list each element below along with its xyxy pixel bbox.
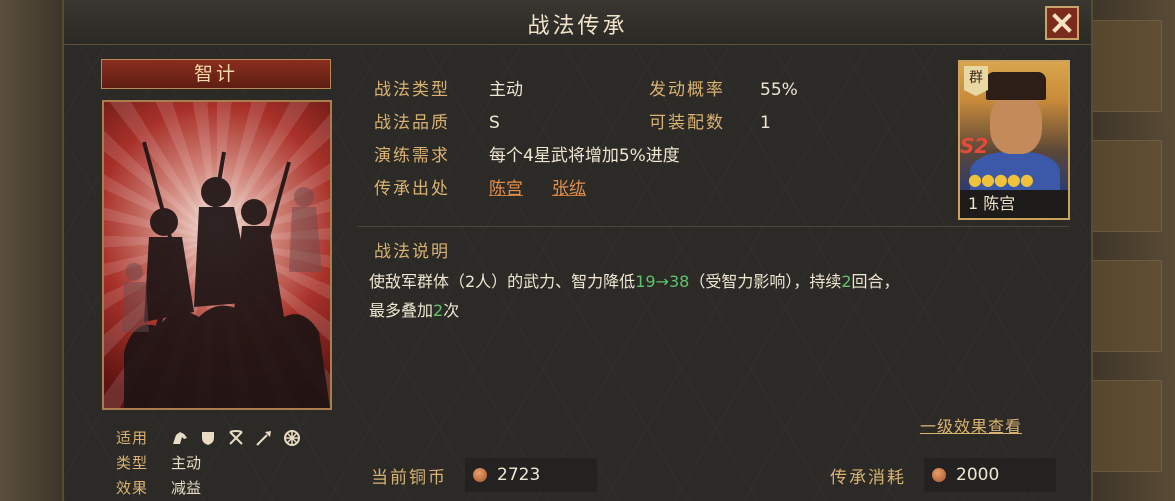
side-tab [1090, 140, 1162, 232]
bow-icon [227, 429, 245, 447]
spear-icon [255, 429, 273, 447]
side-tab [1090, 380, 1162, 472]
hero-name: 陈宫 [983, 194, 1016, 213]
background-right [1080, 0, 1175, 501]
window-title: 战法传承 [527, 14, 628, 39]
value-to: 38 [668, 272, 690, 291]
close-button[interactable] [1045, 6, 1079, 40]
description-title: 战法说明 [374, 242, 450, 262]
hero-namebar: 1 陈宫 [960, 190, 1068, 218]
desc-part: （受智力影响），持续 [689, 272, 842, 291]
desc-part: 回合， [851, 272, 900, 291]
current-coins-value: 2723 [497, 465, 541, 485]
quality-label: 战法品质 [374, 113, 450, 133]
current-coins: 当前铜币 2723 [357, 456, 597, 494]
cost-label: 传承消耗 [830, 467, 906, 488]
value-from: 19 [635, 272, 656, 291]
unit-type-icons [171, 429, 301, 447]
current-coins-box: 2723 [465, 458, 597, 492]
shield-icon [199, 429, 217, 447]
tactic-type-value: 主动 [489, 80, 523, 100]
description-box: 战法说明 使敌军群体（2人）的武力、智力降低19→38（受智力影响），持续2回合… [357, 226, 1069, 445]
title-bar: 战法传承 [64, 0, 1091, 45]
effect-label: 效果 [116, 479, 149, 497]
side-tab [1090, 20, 1162, 112]
card-category-label: 智计 [101, 59, 331, 89]
desc-part: 最多叠加 [369, 301, 434, 320]
trigger-rate-value: 55% [760, 80, 798, 100]
equippable-value: 1 [760, 113, 771, 133]
season-badge: S2 [960, 134, 989, 158]
background-left [0, 0, 70, 501]
current-coins-label: 当前铜币 [371, 467, 447, 488]
quality-value: S [489, 113, 500, 133]
hero-stars: ●●●●● [968, 170, 1034, 189]
effect-value: 减益 [171, 479, 202, 497]
vehicle-icon [283, 429, 301, 447]
desc-part: 使敌军群体（2人）的武力、智力降低 [369, 272, 636, 291]
source-label: 传承出处 [374, 179, 450, 199]
close-icon [1052, 13, 1072, 33]
type-label: 类型 [116, 454, 149, 472]
cost-value: 2000 [956, 465, 1000, 485]
turns-value: 2 [841, 272, 852, 291]
description-text: 使敌军群体（2人）的武力、智力降低19→38（受智力影响），持续2回合， 最多叠… [369, 267, 1059, 325]
source-link-zhanghong[interactable]: 张纮 [552, 179, 586, 199]
type-value: 主动 [171, 454, 202, 472]
copper-coin-icon [473, 468, 487, 482]
value-arrow: → [655, 272, 669, 291]
equippable-label: 可装配数 [649, 113, 725, 133]
cost-box: 2000 [924, 458, 1056, 492]
side-tab [1090, 260, 1162, 352]
drill-label: 演练需求 [374, 146, 450, 166]
faction-badge: 群 [964, 66, 988, 96]
tactic-card-art [102, 100, 332, 410]
level-effect-link[interactable]: 一级效果查看 [920, 413, 1022, 437]
stacks-value: 2 [433, 301, 444, 320]
card-meta: 适用 类型 主动 效果 减益 [116, 425, 301, 500]
inherit-cost: 传承消耗 2000 [816, 456, 1056, 494]
copper-coin-icon [932, 468, 946, 482]
cavalry-icon [171, 429, 189, 447]
trigger-rate-label: 发动概率 [649, 80, 725, 100]
tactic-inherit-panel: 战法传承 智计 适用 类型 主动 效果 减益 战法类型 主动 发动概率 55% … [62, 0, 1093, 501]
hero-level: 1 [968, 194, 979, 213]
hero-card[interactable]: 群 S2 ●●●●● 1 陈宫 [958, 60, 1070, 220]
desc-part: 次 [443, 301, 460, 320]
drill-value: 每个4星武将增加5%进度 [489, 146, 680, 166]
source-link-chengong[interactable]: 陈宫 [489, 179, 523, 199]
tactic-type-label: 战法类型 [374, 80, 450, 100]
applicable-label: 适用 [116, 429, 149, 447]
